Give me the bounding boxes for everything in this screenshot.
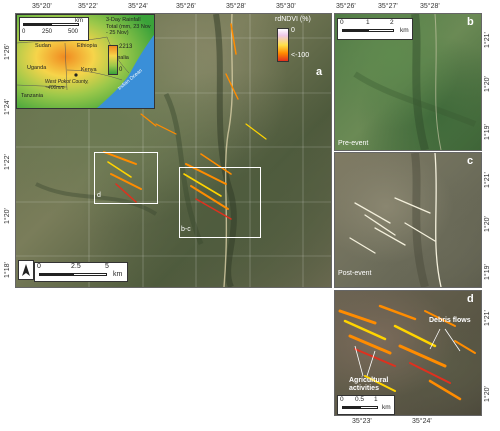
d-scale-tick-1: 0.5 [355, 396, 365, 403]
inset-country-ethiopia: Ethiopia [77, 43, 97, 49]
inset-scale-unit: km [75, 18, 83, 24]
main-scale-bar: 0 2.5 5 km [34, 262, 128, 282]
inset-country-sudan: Sudan [35, 43, 51, 49]
panel-d: d Debris flows Agricultural activities 0… [334, 290, 482, 416]
box-d [94, 152, 158, 204]
d-lat-label-0: 1°21' [484, 310, 491, 326]
d-annotation-agri: Agricultural activities [349, 377, 389, 392]
box-bc [179, 167, 261, 238]
panel-b: b Pre-event 0 1 2 km [334, 13, 482, 151]
d-scale-tick-2: 1 [374, 396, 378, 403]
main-scale-tick-2: 5 [105, 263, 109, 270]
d-lon-label-1: 35°24' [412, 418, 432, 425]
north-arrow-icon [22, 264, 30, 276]
inset-legend-colorbar [108, 45, 118, 75]
box-bc-label: b-c [181, 226, 191, 233]
d-scale-tick-0: 0 [340, 396, 344, 403]
inset-scale-tick-2: 500 [68, 29, 79, 35]
main-scale-unit: km [113, 271, 123, 278]
b-lat-label-0: 1°21' [484, 32, 491, 48]
box-d-label: d [97, 192, 101, 199]
d-scale-unit: km [382, 404, 391, 411]
main-lat-label-0: 1°26' [4, 44, 11, 60]
d-lat-label-1: 1°20' [484, 386, 491, 402]
d-annotation-debris: Debris flows [429, 317, 471, 324]
b-lat-label-2: 1°19' [484, 124, 491, 140]
main-lon-label-2: 35°24' [128, 3, 148, 10]
rdndvi-legend-title: rdNDVI (%) [275, 16, 311, 23]
inset-legend-max: 2213 [119, 44, 133, 50]
b-lat-label-1: 1°20' [484, 76, 491, 92]
inset-study-area: West Pokot County, ~400mm [45, 79, 89, 91]
north-arrow [18, 260, 34, 280]
panel-d-scale-bar: 0 0.5 1 km [337, 395, 395, 415]
main-map-panel: d b-c a rdNDVI (%) 0 <-100 0 2.5 5 km km… [15, 13, 332, 288]
inset-legend-title: 3-Day Rainfall Total (mm, 23 Nov - 25 No… [106, 17, 151, 36]
panel-b-scale-bar: 0 1 2 km [337, 18, 413, 40]
panel-b-caption: Pre-event [338, 140, 369, 147]
panel-label-a: a [316, 66, 323, 78]
c-lat-label-0: 1°21' [484, 172, 491, 188]
right-lon-label-2: 35°28' [420, 3, 440, 10]
panel-c-texture [349, 153, 442, 287]
b-scale-tick-0: 0 [340, 19, 344, 26]
main-lon-label-4: 35°28' [226, 3, 246, 10]
d-lon-label-0: 35°23' [352, 418, 372, 425]
rdndvi-bottom-label: <-100 [291, 52, 310, 59]
main-lon-label-3: 35°26' [176, 3, 196, 10]
inset-country-uganda: Uganda [27, 65, 47, 71]
main-lat-label-2: 1°22' [4, 154, 11, 170]
inset-scale-tick-1: 250 [42, 29, 53, 35]
inset-map: km 0 250 500 Sudan Ethiopia Uganda Kenya… [16, 14, 155, 109]
main-lat-label-1: 1°24' [4, 99, 11, 115]
main-lon-label-0: 35°20' [32, 3, 52, 10]
main-lon-label-1: 35°22' [78, 3, 98, 10]
rdndvi-top-label: 0 [291, 27, 295, 34]
b-scale-unit: km [400, 27, 409, 34]
panel-c: c Post-event [334, 152, 482, 288]
right-lon-label-0: 35°26' [336, 3, 356, 10]
main-lat-label-4: 1°18' [4, 262, 11, 278]
panel-c-caption: Post-event [338, 270, 372, 277]
panel-label-d: d [467, 293, 474, 305]
panel-label-b: b [467, 16, 474, 28]
rdndvi-legend: rdNDVI (%) 0 <-100 [275, 16, 331, 64]
inset-country-kenya: Kenya [81, 67, 97, 73]
b-scale-tick-1: 1 [366, 19, 370, 26]
main-scale-tick-0: 0 [37, 263, 41, 270]
main-scale-tick-1: 2.5 [71, 263, 81, 270]
inset-legend-min: 0 [119, 67, 123, 73]
inset-scale-bar: km 0 250 500 [19, 17, 89, 41]
main-lat-label-3: 1°20' [4, 208, 11, 224]
b-scale-tick-2: 2 [390, 19, 394, 26]
main-lon-label-5: 35°30' [276, 3, 296, 10]
inset-legend: 3-Day Rainfall Total (mm, 23 Nov - 25 No… [106, 17, 152, 77]
right-lon-label-1: 35°27' [378, 3, 398, 10]
c-lat-label-1: 1°20' [484, 216, 491, 232]
rdndvi-colorbar [277, 28, 289, 62]
inset-scale-tick-0: 0 [22, 29, 26, 35]
inset-country-tanzania: Tanzania [21, 93, 44, 99]
panel-label-c: c [467, 155, 474, 167]
c-lat-label-2: 1°19' [484, 264, 491, 280]
